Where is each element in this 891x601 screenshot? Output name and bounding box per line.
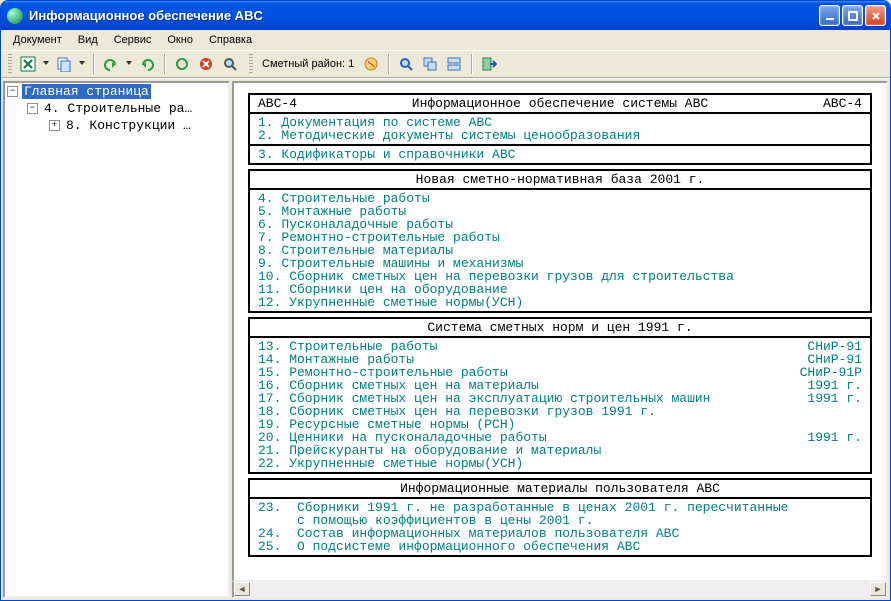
toolbar-grip[interactable]: [249, 54, 253, 74]
section-title: Информационные материалы пользователя AB…: [400, 482, 720, 495]
horizontal-scrollbar[interactable]: ◄ ►: [232, 582, 888, 598]
toolbar: Сметный район: 1: [1, 50, 890, 78]
exit-button[interactable]: [478, 53, 500, 75]
expand-icon[interactable]: +: [49, 120, 60, 131]
toolbar-grip[interactable]: [8, 54, 12, 74]
content-pane[interactable]: ABC-4 Информационное обеспечение системы…: [232, 81, 888, 582]
stop-button[interactable]: [195, 53, 217, 75]
menu-help[interactable]: Справка: [201, 32, 260, 48]
titlebar: Информационное обеспечение ABC: [1, 1, 890, 30]
region-select-button[interactable]: [360, 53, 382, 75]
link-item[interactable]: 23. Сборники 1991 г. не разработанные в …: [258, 501, 862, 527]
section-2001: Новая сметно-нормативная база 2001 г. 4.…: [248, 169, 872, 313]
refresh-button[interactable]: [171, 53, 193, 75]
section-1991: Система сметных норм и цен 1991 г. 13. С…: [248, 317, 872, 474]
menu-window[interactable]: Окно: [159, 32, 201, 48]
menu-document[interactable]: Документ: [5, 32, 70, 48]
header-left: ABC-4: [258, 97, 297, 110]
link-item[interactable]: 22. Укрупненные сметные нормы(УСН): [258, 457, 862, 470]
region-label: Сметный район: 1: [258, 58, 358, 70]
window-title: Информационное обеспечение ABC: [29, 8, 819, 23]
scroll-right-button[interactable]: ►: [870, 582, 886, 596]
cascade-windows-button[interactable]: [419, 53, 441, 75]
header-box: ABC-4 Информационное обеспечение системы…: [248, 93, 872, 165]
close-button[interactable]: [865, 5, 886, 26]
dropdown-arrow-icon: [126, 61, 132, 65]
link-item[interactable]: 2. Методические документы системы ценооб…: [258, 129, 862, 142]
scroll-left-button[interactable]: ◄: [234, 582, 250, 596]
link-item[interactable]: 12. Укрупненные сметные нормы(УСН): [258, 296, 862, 309]
copy-button[interactable]: [53, 53, 87, 75]
find-button[interactable]: [219, 53, 241, 75]
scrollbar-track[interactable]: [250, 582, 870, 596]
section-title: Система сметных норм и цен 1991 г.: [427, 321, 692, 334]
maximize-button[interactable]: [842, 5, 863, 26]
tree-item[interactable]: + 8. Конструкции …: [5, 117, 228, 134]
tree-pane[interactable]: − Главная страница − 4. Строительные ра……: [3, 81, 230, 598]
app-icon: [7, 8, 23, 24]
section-title: Новая сметно-нормативная база 2001 г.: [416, 173, 705, 186]
menu-bar: Документ Вид Сервис Окно Справка: [1, 30, 890, 50]
dropdown-arrow-icon: [43, 61, 49, 65]
tile-windows-button[interactable]: [443, 53, 465, 75]
menu-service[interactable]: Сервис: [106, 32, 160, 48]
collapse-icon[interactable]: −: [27, 103, 38, 114]
undo-button[interactable]: [100, 53, 134, 75]
header-center: Информационное обеспечение системы ABC: [412, 97, 708, 110]
collapse-icon[interactable]: −: [7, 86, 18, 97]
menu-view[interactable]: Вид: [70, 32, 106, 48]
section-user: Информационные материалы пользователя AB…: [248, 478, 872, 557]
header-right: ABC-4: [823, 97, 862, 110]
link-item[interactable]: 25. О подсистеме информационного обеспеч…: [258, 540, 862, 553]
zoom-button[interactable]: [395, 53, 417, 75]
tree-item[interactable]: − 4. Строительные ра…: [5, 100, 228, 117]
link-item[interactable]: 3. Кодификаторы и справочники ABC: [258, 148, 862, 161]
tree-root[interactable]: − Главная страница: [5, 83, 228, 100]
dropdown-arrow-icon: [79, 61, 85, 65]
redo-button[interactable]: [136, 53, 158, 75]
minimize-button[interactable]: [819, 5, 840, 26]
excel-export-button[interactable]: [17, 53, 51, 75]
